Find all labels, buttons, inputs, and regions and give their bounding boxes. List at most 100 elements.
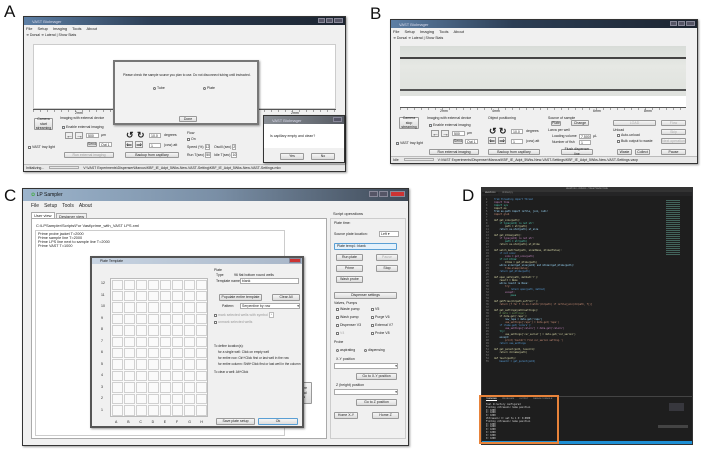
plate-well[interactable] xyxy=(147,313,159,325)
terminal-scrollbar[interactable] xyxy=(658,425,688,428)
backup-button[interactable]: Backup from capillary xyxy=(125,152,179,158)
z-position-select[interactable]: ▾ xyxy=(334,389,398,395)
maximize-button[interactable] xyxy=(379,191,388,197)
plate-well[interactable] xyxy=(123,325,135,336)
plate-well[interactable] xyxy=(195,370,207,382)
menu-about[interactable]: About xyxy=(86,26,96,31)
plate-well[interactable] xyxy=(171,359,183,370)
tube-radio[interactable]: Tube xyxy=(153,86,165,90)
oscill-field[interactable]: Oscill (sec) 2 xyxy=(214,144,237,150)
menu-setup[interactable]: Setup xyxy=(44,203,57,209)
plate-well[interactable] xyxy=(135,405,147,416)
plate-radio[interactable]: Plate xyxy=(203,86,215,90)
move-right-icon[interactable]: ⇒ xyxy=(498,137,506,145)
rotate-ccw-icon[interactable]: ↺ xyxy=(126,130,134,141)
flow-button[interactable]: Flow xyxy=(661,120,686,126)
xy-position-select[interactable]: ▾ xyxy=(334,363,398,369)
editor-tab[interactable]: sketch.ino xyxy=(482,192,499,194)
pattern-select[interactable]: Serpentine by row ▾ xyxy=(240,303,300,309)
menu-about[interactable]: About xyxy=(79,203,92,209)
flush-dispenser-button[interactable]: Flush dispenser line xyxy=(561,147,593,156)
plate-well[interactable] xyxy=(111,393,123,405)
plate-well[interactable] xyxy=(111,279,123,290)
camera-start-button[interactable]: Camera start streaming xyxy=(34,117,53,130)
dialog-close-button[interactable] xyxy=(289,258,301,263)
valve-checkbox[interactable]: Dispenser V3 xyxy=(336,323,361,327)
change-button[interactable]: Change xyxy=(571,120,589,126)
idle-time-field[interactable]: Idle T(sec) 10 xyxy=(214,152,238,158)
clear-all-button[interactable]: Clear All xyxy=(272,294,300,301)
arrow-left-icon[interactable]: ← xyxy=(431,130,439,138)
plate-well[interactable] xyxy=(195,348,207,359)
plate-well[interactable] xyxy=(171,393,183,405)
plate-well[interactable] xyxy=(147,279,159,290)
lateral-button[interactable]: ➜ Lateral xyxy=(41,33,56,37)
plate-well[interactable] xyxy=(135,279,147,290)
plate-well[interactable] xyxy=(195,313,207,325)
plate-well[interactable] xyxy=(183,336,195,347)
plate-well[interactable] xyxy=(135,336,147,347)
wash-probe-button[interactable]: Wash probe xyxy=(336,276,363,283)
loading-input[interactable]: 7.500 xyxy=(579,134,591,139)
angle-input[interactable]: 10.0 xyxy=(149,133,161,138)
arrow-right-icon[interactable]: → xyxy=(441,130,449,138)
plate-well[interactable] xyxy=(111,405,123,416)
valve-checkbox[interactable]: Purge V6 xyxy=(371,315,390,319)
plate-well[interactable] xyxy=(123,382,135,393)
bulk-output-checkbox[interactable]: Bulk output to waste xyxy=(617,139,653,143)
no-button[interactable]: No xyxy=(311,153,335,160)
plate-well[interactable] xyxy=(135,393,147,405)
plate-well[interactable] xyxy=(183,393,195,405)
minimize-button[interactable] xyxy=(670,21,677,26)
plate-well[interactable] xyxy=(183,313,195,325)
plate-well[interactable] xyxy=(135,382,147,393)
msgbox-close-button[interactable] xyxy=(333,117,342,122)
plate-well[interactable] xyxy=(171,290,183,302)
plate-well[interactable] xyxy=(195,302,207,313)
minimize-button[interactable] xyxy=(369,191,378,197)
minimize-button[interactable] xyxy=(318,18,325,23)
plate-well[interactable] xyxy=(171,370,183,382)
plate-well[interactable] xyxy=(111,359,123,370)
plate-well[interactable] xyxy=(159,393,171,405)
rotate-cw-icon[interactable]: ↻ xyxy=(499,126,507,137)
move-left-icon[interactable]: ⇐ xyxy=(488,137,496,145)
speed-field[interactable]: Speed (%) 12 xyxy=(187,144,211,150)
plate-well[interactable] xyxy=(123,313,135,325)
flow-on-checkbox[interactable]: On xyxy=(187,137,196,141)
plate-well[interactable] xyxy=(183,382,195,393)
dorsal-button[interactable]: ➜ Dorsal xyxy=(393,36,407,40)
plate-well[interactable] xyxy=(147,382,159,393)
menu-tools[interactable]: Tools xyxy=(72,26,81,31)
minimap[interactable] xyxy=(666,200,680,255)
plate-well[interactable] xyxy=(195,393,207,405)
skip-button[interactable]: Skip xyxy=(661,129,686,135)
menu-setup[interactable]: Setup xyxy=(404,29,414,34)
plate-well[interactable] xyxy=(147,348,159,359)
plate-well[interactable] xyxy=(159,359,171,370)
run-time-field[interactable]: Run T(sec) 50 xyxy=(187,152,212,158)
home-xy-button[interactable]: Home X-Y xyxy=(334,412,358,419)
plate-well[interactable] xyxy=(123,302,135,313)
plate-well[interactable] xyxy=(111,336,123,347)
waste-button[interactable]: Waste xyxy=(617,149,632,155)
plate-well[interactable] xyxy=(111,290,123,302)
populate-template-button[interactable]: Populate entire template xyxy=(219,294,262,301)
plate-well[interactable] xyxy=(159,348,171,359)
rotation-input[interactable]: 1 xyxy=(149,143,161,148)
mark-wells-checkbox[interactable]: mark selected wells with symbol * xyxy=(214,312,275,318)
arrow-right-icon[interactable]: → xyxy=(75,132,83,140)
close-button[interactable] xyxy=(390,191,405,197)
plate-well[interactable] xyxy=(147,370,159,382)
pause-button[interactable]: Pause xyxy=(376,254,398,261)
plate-well[interactable] xyxy=(135,348,147,359)
valve-checkbox[interactable]: Wash pump xyxy=(336,315,359,319)
plate-well[interactable] xyxy=(183,359,195,370)
plate-well[interactable] xyxy=(111,348,123,359)
unmark-wells-checkbox[interactable]: unmark selected wells xyxy=(214,320,252,324)
plate-well[interactable] xyxy=(135,359,147,370)
run-ext-imaging-button[interactable]: Run external imaging xyxy=(64,152,114,158)
plate-well[interactable] xyxy=(123,370,135,382)
tray-light-checkbox[interactable]: VAST tray light xyxy=(396,141,423,145)
prime-button[interactable]: Prime xyxy=(336,265,363,272)
